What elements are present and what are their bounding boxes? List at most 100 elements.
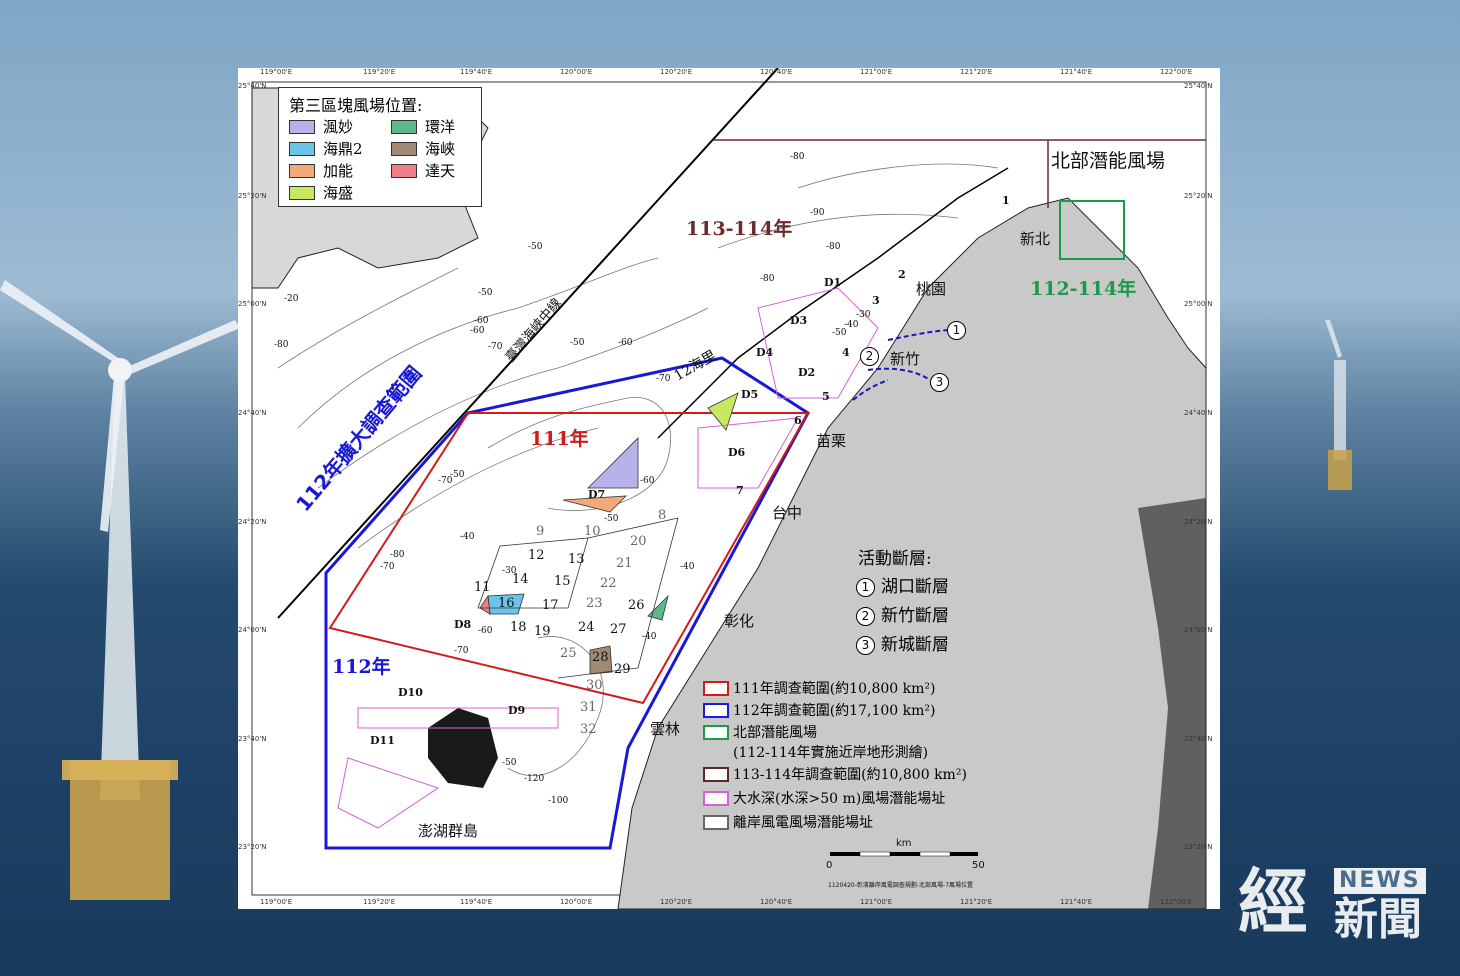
zone-label: 20 <box>630 534 647 549</box>
lat-label: 23°40'N <box>238 735 267 743</box>
lat-label-right: 24°00'N <box>1184 626 1213 634</box>
depth-label: -90 <box>810 208 825 218</box>
depth-label: -50 <box>478 288 493 298</box>
depth-label: -60 <box>618 338 633 348</box>
legend-swatch <box>289 142 315 156</box>
zone-label: 17 <box>542 598 559 613</box>
label-changhua: 彰化 <box>724 612 755 630</box>
lat-label: 25°20'N <box>238 192 267 200</box>
legend-swatch <box>289 186 315 200</box>
zone-label: 6 <box>794 414 802 427</box>
depth-label: -40 <box>642 632 657 642</box>
zone-label: 11 <box>474 580 491 595</box>
zone-label: 16 <box>498 596 515 611</box>
lon-label: 121°20'E <box>960 68 993 76</box>
zone-label: 2 <box>898 268 906 281</box>
zone-label: D1 <box>824 276 842 289</box>
lon-label: 119°40'E <box>460 68 493 76</box>
depth-label: -50 <box>502 758 517 768</box>
lat-label-right: 23°20'N <box>1184 843 1213 851</box>
zone-label: D3 <box>790 314 808 327</box>
legend2-swatch <box>703 791 729 806</box>
depth-label: -70 <box>454 646 469 656</box>
fault-item: 3 新城斷層 <box>856 630 949 655</box>
legend-label: 達天 <box>425 162 456 180</box>
zone-label: 22 <box>600 576 617 591</box>
zone-label: 24 <box>578 620 595 635</box>
depth-label: -70 <box>488 342 503 352</box>
fault-marker: 2 <box>860 346 885 366</box>
zone-label: 21 <box>616 556 633 571</box>
lon-label: 121°00'E <box>860 68 893 76</box>
depth-label: -60 <box>470 326 485 336</box>
zone-label: 23 <box>586 596 603 611</box>
depth-label: -80 <box>274 340 289 350</box>
lon-label-bottom: 120°40'E <box>760 898 793 906</box>
lat-label-right: 25°40'N <box>1184 82 1213 90</box>
legend2-swatch <box>703 767 729 782</box>
lon-label: 120°20'E <box>660 68 693 76</box>
depth-label: -70 <box>656 374 671 384</box>
depth-label: -30 <box>502 566 517 576</box>
lat-label: 24°00'N <box>238 626 267 634</box>
label-miaoli: 苗栗 <box>816 432 847 450</box>
logo-big-char: 經 <box>1238 860 1308 943</box>
background-wind-turbine-right <box>1325 320 1352 490</box>
background-wind-turbine-left <box>0 280 240 900</box>
lat-label-right: 23°40'N <box>1184 735 1213 743</box>
lat-label: 24°20'N <box>238 518 267 526</box>
zone-label: 25 <box>560 646 577 661</box>
footnote: 1120420-彰濱離岸風電調查規劃-北部風場-7風場位置 <box>828 882 974 889</box>
legend-label: 海盛 <box>323 184 354 202</box>
lon-label: 120°00'E <box>560 68 593 76</box>
label-113-114: 113-114年 <box>686 218 793 240</box>
zone-label: 8 <box>658 508 667 523</box>
legend-swatch <box>391 120 417 134</box>
legend-swatch <box>289 120 315 134</box>
legend-swatch <box>391 142 417 156</box>
depth-label: -40 <box>844 320 859 330</box>
lon-label-bottom: 121°40'E <box>1060 898 1093 906</box>
lat-label: 25°40'N <box>238 82 267 90</box>
legend-label: 海鼎2 <box>323 140 363 158</box>
depth-label: -60 <box>474 316 489 326</box>
fault-marker: 3 <box>930 372 955 392</box>
lat-label-right: 25°00'N <box>1184 300 1213 308</box>
fault-marker: 1 <box>947 320 972 340</box>
zone-label: D10 <box>398 686 423 699</box>
lon-label-bottom: 119°20'E <box>363 898 396 906</box>
fault-label: 湖口斷層 <box>881 577 949 597</box>
lat-label-right: 24°20'N <box>1184 518 1213 526</box>
depth-label: -40 <box>680 562 695 572</box>
lon-label-bottom: 122°00'E <box>1160 898 1193 906</box>
label-112: 112年 <box>332 656 391 678</box>
fault-item: 2 新竹斷層 <box>856 601 949 626</box>
zone-label: 30 <box>586 678 603 693</box>
legend-title: 第三區塊風場位置: <box>289 96 423 115</box>
label-xinbei: 新北 <box>1020 230 1051 248</box>
lat-label: 25°00'N <box>238 300 267 308</box>
depth-label: -60 <box>478 626 493 636</box>
logo-news-badge: NEWS <box>1334 868 1426 894</box>
label-112-114: 112-114年 <box>1030 278 1137 300</box>
zone-label: 26 <box>628 598 645 613</box>
fault-legend-title: 活動斷層: <box>858 549 932 569</box>
zone-label: D4 <box>756 346 774 359</box>
depth-label: -80 <box>790 152 805 162</box>
label-north-potential: 北部潛能風場 <box>1050 150 1165 172</box>
depth-label: -70 <box>380 562 395 572</box>
lon-label-bottom: 121°20'E <box>960 898 993 906</box>
label-taichung: 台中 <box>772 504 803 522</box>
label-111: 111年 <box>530 428 589 450</box>
zone-label: 4 <box>842 346 850 359</box>
zone-label: 29 <box>614 662 631 677</box>
zone-label: 9 <box>536 524 545 539</box>
depth-label: -40 <box>460 532 475 542</box>
zone-label: 32 <box>580 722 597 737</box>
lon-label-bottom: 119°00'E <box>260 898 293 906</box>
udn-news-logo: 經 NEWS 新聞 <box>1238 862 1438 952</box>
legend-swatch <box>391 164 417 178</box>
zone-label: D6 <box>728 446 746 459</box>
windfarm-legend: 第三區塊風場位置: 渢妙 海鼎2 加能 海盛 環洋 海峽 達天 <box>278 87 482 207</box>
depth-label: -80 <box>826 242 841 252</box>
